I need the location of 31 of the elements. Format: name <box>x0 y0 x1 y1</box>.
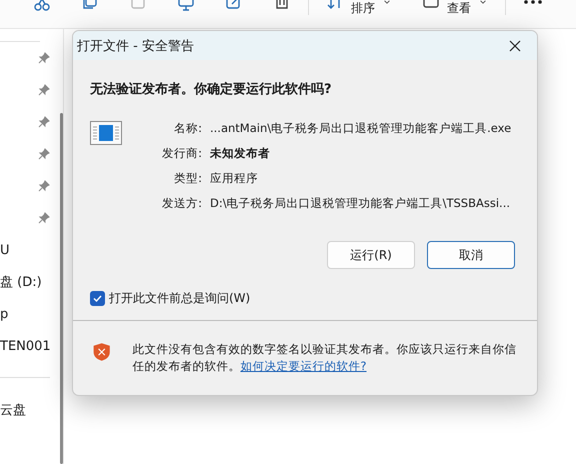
sidebar-item[interactable]: U <box>0 242 10 258</box>
field-value: D:\电子税务局出口退税管理功能客户端工具\TSSBAssi... <box>210 196 512 211</box>
view-button[interactable]: 查看 <box>421 0 489 12</box>
checkbox-label: 打开此文件前总是询问(W) <box>109 290 250 306</box>
field-label: 名称: <box>173 121 202 136</box>
field-value: 未知发布者 <box>210 146 271 161</box>
pin-icon[interactable] <box>38 212 50 224</box>
run-button[interactable]: 运行(R) <box>327 241 415 269</box>
application-icon <box>90 121 122 145</box>
field-value: ...antMain\电子税务局出口退税管理功能客户端工具.exe <box>210 121 512 136</box>
window-title: 打开文件 - 安全警告 <box>77 38 195 54</box>
dialog-heading: 无法验证发布者。你确定要运行此软件吗? <box>88 80 333 98</box>
help-link[interactable]: 如何决定要运行的软件? <box>240 359 367 373</box>
pin-icon[interactable] <box>38 52 50 64</box>
warning-message: 此文件没有包含有效的数字签名以验证其发布者。你应该只运行来自你信任的发布者的软件。如何决定要运行的软件? <box>132 341 517 375</box>
sidebar-item[interactable]: TEN001 <box>0 338 51 354</box>
sort-button[interactable]: 排序 <box>325 0 393 12</box>
cancel-button[interactable]: 取消 <box>427 241 515 269</box>
field-label: 发送方: <box>161 196 202 211</box>
pin-icon[interactable] <box>38 84 50 96</box>
checkbox[interactable] <box>90 290 105 306</box>
sidebar-item[interactable]: p <box>0 306 8 322</box>
pin-icon[interactable] <box>38 148 50 160</box>
field-label: 类型: <box>173 171 202 186</box>
pin-icon[interactable] <box>38 116 50 128</box>
pin-icon[interactable] <box>38 180 50 192</box>
field-label: 发行商: <box>161 146 202 161</box>
sidebar-item[interactable]: 盘 (D:) <box>0 273 42 291</box>
field-value: 应用程序 <box>210 171 259 186</box>
close-icon[interactable] <box>509 40 521 52</box>
sidebar-item[interactable]: 云盘 <box>0 401 26 419</box>
